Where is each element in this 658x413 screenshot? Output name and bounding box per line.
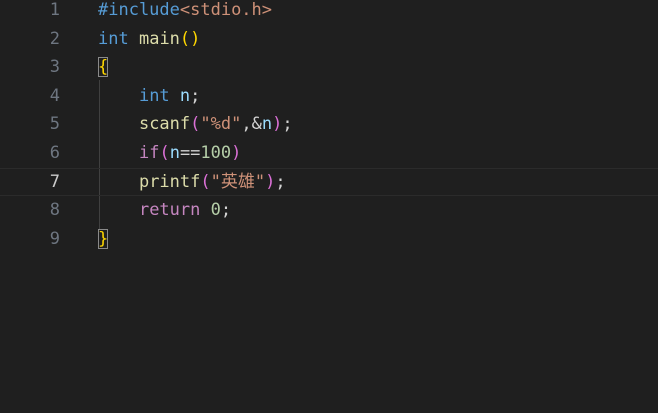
- code-text[interactable]: if(n==100): [98, 139, 241, 168]
- code-text[interactable]: }: [98, 225, 109, 254]
- token-string: "英雄": [210, 171, 266, 192]
- token-paren1: {: [98, 57, 109, 78]
- line-number: 4: [49, 85, 60, 106]
- code-line[interactable]: 9}: [0, 225, 658, 254]
- token-plain: ;: [275, 171, 286, 192]
- token-paren2: (: [190, 114, 201, 135]
- code-text[interactable]: #include<stdio.h>: [98, 0, 272, 25]
- token-keyword: int: [138, 85, 170, 106]
- code-text[interactable]: return 0;: [98, 196, 231, 225]
- code-line[interactable]: 5 scanf("%d",&n);: [0, 110, 658, 139]
- code-line[interactable]: 8 return 0;: [0, 196, 658, 225]
- token-ident: n: [179, 85, 191, 106]
- token-number: 0: [210, 200, 221, 221]
- line-number: 9: [49, 228, 60, 249]
- token-ident: n: [169, 143, 180, 163]
- code-line[interactable]: 2 int main(): [0, 25, 658, 54]
- token-number: 100: [200, 143, 232, 163]
- line-number: 7: [49, 171, 60, 192]
- code-text[interactable]: {: [98, 53, 109, 82]
- token-paren2: (: [200, 171, 211, 192]
- line-number: 8: [49, 200, 60, 221]
- token-keyword: int: [98, 28, 129, 49]
- token-paren2: ): [265, 171, 276, 192]
- code-line[interactable]: 3{: [0, 53, 658, 82]
- code-line[interactable]: 1 #include<stdio.h>: [0, 0, 658, 25]
- token-paren2: ): [231, 143, 242, 163]
- token-directive: #include: [98, 0, 180, 20]
- token-ident: n: [261, 114, 273, 135]
- token-plain: ;: [190, 85, 201, 106]
- code-text[interactable]: int main(): [98, 25, 200, 54]
- token-func: main: [138, 28, 180, 49]
- token-func: scanf: [138, 114, 191, 135]
- code-line[interactable]: 4 int n;: [0, 82, 658, 111]
- line-number: 5: [49, 114, 60, 135]
- token-plain: ==: [179, 143, 201, 163]
- token-paren1: (): [179, 28, 201, 49]
- token-control: return: [138, 200, 201, 221]
- code-text[interactable]: int n;: [98, 82, 200, 111]
- code-editor[interactable]: 1 #include<stdio.h> 2 int main() 3{4 int n; 5…: [0, 0, 658, 413]
- code-text[interactable]: printf("英雄");: [98, 168, 286, 197]
- line-number: 1: [49, 0, 60, 20]
- code-text[interactable]: scanf("%d",&n);: [98, 110, 293, 139]
- token-func: printf: [138, 171, 201, 192]
- token-plain: ,&: [241, 114, 262, 135]
- token-plain: ;: [220, 200, 232, 221]
- token-paren2: ): [272, 114, 283, 135]
- token-include: <stdio.h>: [179, 0, 273, 20]
- token-paren1: }: [98, 228, 109, 249]
- token-string: "%d": [200, 114, 242, 135]
- line-number: 3: [49, 57, 60, 78]
- token-control: if: [138, 143, 160, 163]
- line-number: 6: [49, 143, 60, 163]
- code-line[interactable]: 7 printf("英雄");: [0, 168, 658, 197]
- code-line[interactable]: 6 if(n==100): [0, 139, 658, 168]
- line-number: 2: [49, 28, 60, 49]
- token-plain: ;: [282, 114, 293, 135]
- token-paren2: (: [159, 143, 170, 163]
